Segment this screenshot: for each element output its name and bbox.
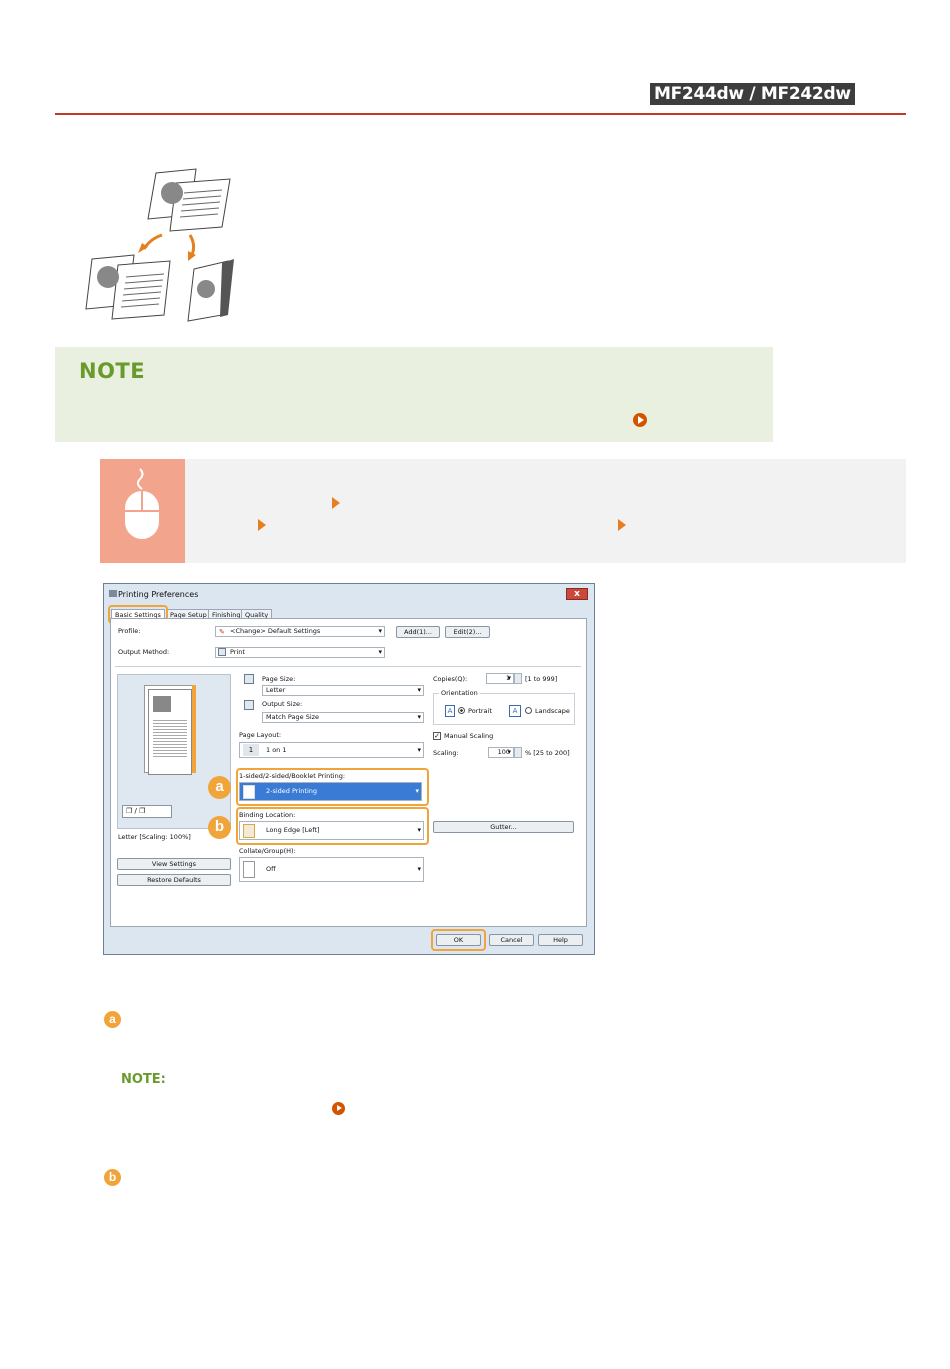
orientation-label: Orientation: [439, 689, 480, 697]
output-size-label: Output Size:: [262, 700, 303, 708]
preview-caption: Letter [Scaling: 100%]: [118, 833, 191, 841]
profile-value: <Change> Default Settings: [230, 627, 321, 635]
landscape-label: Landscape: [535, 707, 570, 715]
landscape-icon: A: [509, 705, 521, 717]
landscape-radio[interactable]: [525, 707, 532, 714]
output-method-value: Print: [230, 648, 245, 656]
copies-label: Copies(Q):: [433, 675, 468, 683]
page-size-icon: [244, 674, 254, 684]
item-badge-a: a: [104, 1011, 121, 1028]
badge-b: b: [208, 816, 231, 839]
model-badge: MF244dw / MF242dw: [650, 83, 855, 105]
edit-profile-button[interactable]: Edit(2)...: [445, 626, 490, 638]
printer-icon: [109, 590, 117, 597]
dialog-body: Profile: ✎ <Change> Default Settings Add…: [110, 618, 587, 927]
output-size-icon: [244, 700, 254, 710]
portrait-radio[interactable]: [458, 707, 465, 714]
manual-scaling-label: Manual Scaling: [444, 732, 494, 740]
copies-range: [1 to 999]: [525, 675, 558, 683]
step-box: [100, 459, 906, 563]
separator: [115, 666, 581, 667]
page-layout-select[interactable]: 1 1 on 1: [239, 742, 424, 758]
scaling-input[interactable]: 100: [488, 747, 514, 758]
note-box: NOTE: [55, 347, 773, 442]
badge-a: a: [208, 776, 231, 799]
dialog-title: Printing Preferences: [118, 590, 199, 599]
pencil-icon: ✎: [219, 628, 225, 636]
step-arrow-icon: [258, 519, 266, 531]
page-layout-value: 1 on 1: [266, 746, 287, 754]
profile-label: Profile:: [118, 627, 141, 635]
note-title: NOTE: [79, 359, 146, 383]
collate-select[interactable]: Off: [239, 857, 424, 882]
print-icon: [218, 648, 226, 656]
collate-value: Off: [266, 865, 276, 873]
item-badge-b: b: [104, 1169, 121, 1186]
add-profile-button[interactable]: Add(1)...: [396, 626, 440, 638]
sided-highlight: [236, 768, 429, 806]
view-settings-button[interactable]: View Settings: [117, 858, 231, 870]
collate-label: Collate/Group(H):: [239, 847, 296, 855]
ok-highlight: [431, 929, 486, 951]
scaling-label: Scaling:: [433, 749, 459, 757]
copies-spinner[interactable]: [514, 673, 522, 684]
printing-preferences-dialog: Printing Preferences x Basic Settings Pa…: [103, 583, 595, 955]
scaling-range: % [25 to 200]: [525, 749, 570, 757]
link-arrow-icon[interactable]: [633, 413, 647, 427]
collate-icon: [243, 861, 255, 878]
profile-select[interactable]: ✎ <Change> Default Settings: [215, 626, 385, 637]
page-size-select[interactable]: Letter: [262, 685, 424, 696]
output-method-select[interactable]: Print: [215, 647, 385, 658]
header-rule: [55, 113, 906, 115]
close-button[interactable]: x: [566, 588, 588, 600]
page-preview: ❐ / ❐: [117, 674, 231, 829]
output-method-label: Output Method:: [118, 648, 170, 656]
step-arrow-icon: [618, 519, 626, 531]
help-button[interactable]: Help: [538, 934, 583, 946]
page-layout-label: Page Layout:: [239, 731, 282, 739]
output-size-select[interactable]: Match Page Size: [262, 712, 424, 723]
cancel-button[interactable]: Cancel: [489, 934, 534, 946]
binding-strip: [192, 685, 196, 773]
duplex-printing-illustration: [85, 168, 234, 322]
mouse-icon: [100, 459, 185, 563]
step-arrow-icon: [332, 497, 340, 509]
page-size-label: Page Size:: [262, 675, 296, 683]
note-label: NOTE:: [121, 1072, 166, 1087]
preview-page-front: [148, 689, 192, 775]
restore-defaults-button[interactable]: Restore Defaults: [117, 874, 231, 886]
page-layout-icon: 1: [243, 744, 259, 756]
preview-mode-toggle[interactable]: ❐ / ❐: [122, 805, 172, 818]
scaling-spinner[interactable]: [514, 747, 522, 758]
binding-highlight: [236, 807, 429, 845]
manual-scaling-checkbox[interactable]: ✓: [433, 732, 441, 740]
gutter-button[interactable]: Gutter...: [433, 821, 574, 833]
copies-input[interactable]: 1: [486, 673, 514, 684]
portrait-icon: A: [445, 705, 455, 717]
portrait-label: Portrait: [468, 707, 492, 715]
link-arrow-icon[interactable]: [332, 1102, 345, 1115]
